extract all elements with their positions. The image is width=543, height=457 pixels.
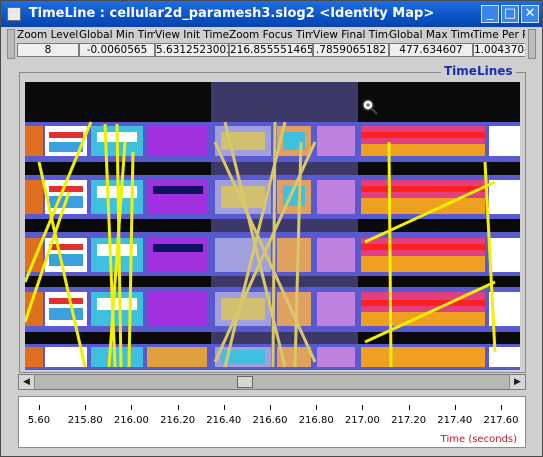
timeline-canvas[interactable]	[25, 82, 520, 370]
time-axis-tick-label: 216.60	[252, 415, 288, 426]
time-axis-tick-label: 215.80	[67, 415, 103, 426]
right-splitter[interactable]	[528, 29, 536, 59]
time-axis-tick	[131, 405, 133, 410]
horizontal-scrollbar[interactable]: ◀ ▶	[18, 374, 526, 390]
time-axis-title: Time (seconds)	[440, 434, 517, 445]
global-min-time-value[interactable]: -0.0060565	[79, 43, 155, 57]
title-bar[interactable]: TimeLine : cellular2d_paramesh3.slog2 <I…	[1, 1, 542, 27]
time-axis-tick	[454, 405, 456, 410]
time-axis-tick-label: 216.80	[298, 415, 334, 426]
close-button[interactable]: ✕	[521, 5, 539, 23]
time-axis-tick	[316, 405, 318, 410]
global-max-time-label: Global Max Time	[389, 29, 473, 41]
view-final-time-value[interactable]: .7859065182	[313, 43, 389, 57]
scroll-left-arrow[interactable]: ◀	[19, 375, 35, 389]
global-min-time-label: Global Min Time	[79, 29, 155, 41]
time-axis-tick	[223, 405, 225, 410]
time-axis-tick	[408, 405, 410, 410]
time-axis-tick	[39, 405, 40, 410]
time-axis-tick	[501, 405, 502, 410]
time-fields-row: Zoom Level 8 Global Min Time -0.0060565 …	[17, 29, 525, 59]
time-axis-tick-label: 216.40	[206, 415, 242, 426]
time-axis-tick	[362, 405, 364, 410]
time-axis-tick	[177, 405, 179, 410]
time-axis-tick-label: 217.40	[437, 415, 473, 426]
minimize-button[interactable]: _	[481, 5, 499, 23]
time-axis: Time (seconds) 5.60 215.80 216.00 216.20 216…	[18, 396, 526, 448]
zoom-level-label: Zoom Level	[17, 29, 79, 41]
time-axis-tick-label: 5.60	[27, 415, 51, 426]
view-final-time-label: View Final Time	[313, 29, 389, 41]
global-max-time-value[interactable]: 477.634607	[389, 43, 473, 57]
zoom-focus-time-value[interactable]: 216.8555514655	[229, 43, 313, 57]
view-final-time-field: View Final Time .7859065182	[313, 29, 389, 59]
timeline-window: TimeLine : cellular2d_paramesh3.slog2 <I…	[0, 0, 543, 457]
maximize-button[interactable]: □	[501, 5, 519, 23]
time-axis-tick-label: 217.20	[391, 415, 427, 426]
time-axis-tick	[270, 405, 271, 410]
view-init-time-label: View Init Time	[155, 29, 229, 41]
time-per-pixel-value[interactable]: 1.00437049	[473, 43, 525, 57]
window-title: TimeLine : cellular2d_paramesh3.slog2 <I…	[28, 6, 435, 21]
time-axis-tick	[85, 405, 87, 410]
time-per-pixel-label: Time Per Pi	[473, 29, 525, 41]
zoom-level-field: Zoom Level 8	[17, 29, 79, 59]
global-max-time-field: Global Max Time 477.634607	[389, 29, 473, 59]
scroll-right-arrow[interactable]: ▶	[509, 375, 525, 389]
left-splitter[interactable]	[7, 29, 15, 59]
scroll-thumb[interactable]	[237, 376, 254, 388]
time-axis-tick-label: 216.00	[113, 415, 149, 426]
time-axis-tick-label: 217.00	[344, 415, 380, 426]
timelines-title: TimeLines	[441, 64, 516, 78]
view-init-time-field: View Init Time 5.6312523003	[155, 29, 229, 59]
zoom-level-value[interactable]: 8	[17, 43, 79, 57]
time-per-pixel-field: Time Per Pi 1.00437049	[473, 29, 525, 59]
global-min-time-field: Global Min Time -0.0060565	[79, 29, 155, 59]
zoom-focus-time-field: Zoom Focus Time 216.8555514655	[229, 29, 313, 59]
zoom-focus-time-label: Zoom Focus Time	[229, 29, 313, 41]
time-axis-tick-label: 217.60	[483, 415, 519, 426]
view-init-time-value[interactable]: 5.6312523003	[155, 43, 229, 57]
time-axis-tick-label: 216.20	[160, 415, 196, 426]
